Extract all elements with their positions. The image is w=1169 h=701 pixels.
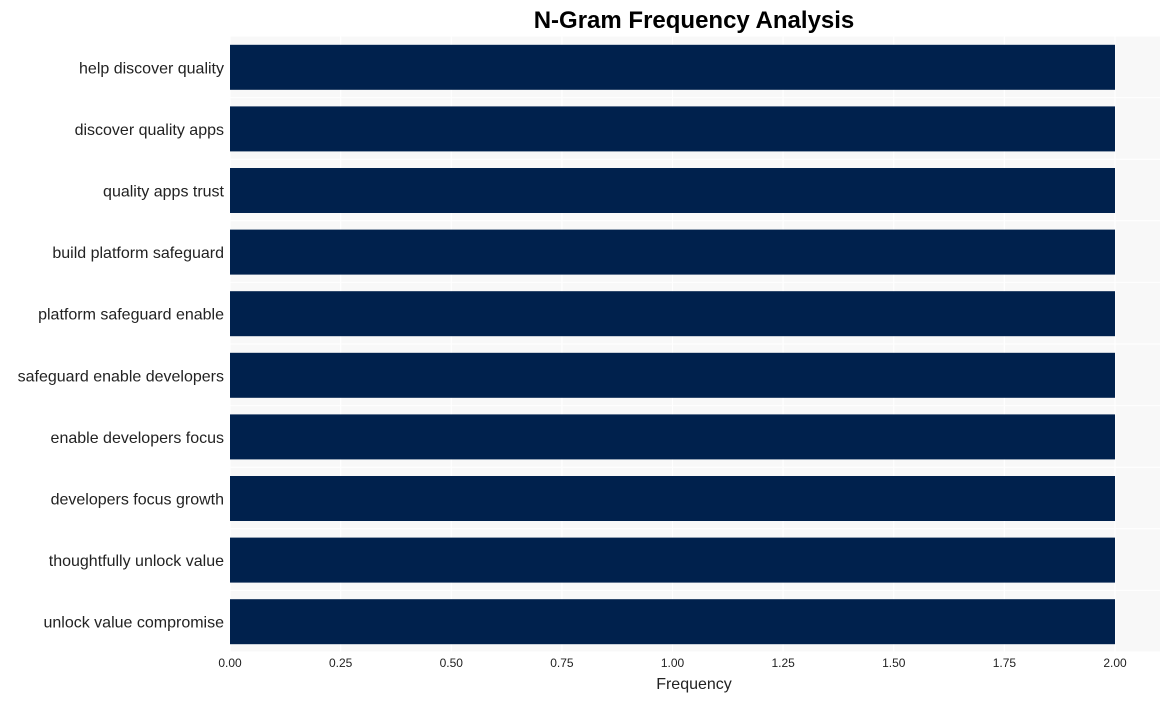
bar: [230, 599, 1115, 645]
x-tick-label: 0.75: [550, 656, 574, 670]
x-tick-label: 2.00: [1103, 656, 1127, 670]
chart-title: N-Gram Frequency Analysis: [534, 7, 855, 34]
y-tick-label: discover quality apps: [75, 122, 224, 139]
x-axis-label: Frequency: [656, 676, 732, 693]
bar: [230, 106, 1115, 152]
x-tick-label: 0.00: [218, 656, 242, 670]
bar: [230, 44, 1115, 90]
y-tick-label: developers focus growth: [51, 492, 224, 509]
bar: [230, 291, 1115, 337]
y-tick-label: platform safeguard enable: [38, 307, 224, 324]
y-tick-label: unlock value compromise: [43, 615, 224, 632]
x-tick-label: 1.25: [771, 656, 795, 670]
bar: [230, 476, 1115, 521]
y-tick-label: quality apps trust: [103, 184, 225, 201]
x-tick-label: 1.75: [993, 656, 1017, 670]
y-tick-label: help discover quality: [79, 60, 224, 77]
y-tick-label: enable developers focus: [51, 430, 224, 447]
bar: [230, 229, 1115, 275]
x-tick-label: 0.50: [440, 656, 464, 670]
x-tick-label: 1.00: [661, 656, 685, 670]
ngram-chart: help discover quality discover quality ap…: [0, 0, 1169, 701]
bar: [230, 168, 1115, 213]
y-tick-label: thoughtfully unlock value: [49, 553, 224, 570]
x-tick-label: 1.50: [882, 656, 906, 670]
bar: [230, 537, 1115, 583]
x-tick-label: 0.25: [329, 656, 353, 670]
y-tick-label: safeguard enable developers: [18, 368, 224, 385]
bar: [230, 414, 1115, 460]
bar: [230, 352, 1115, 398]
y-tick-label: build platform safeguard: [52, 245, 224, 262]
